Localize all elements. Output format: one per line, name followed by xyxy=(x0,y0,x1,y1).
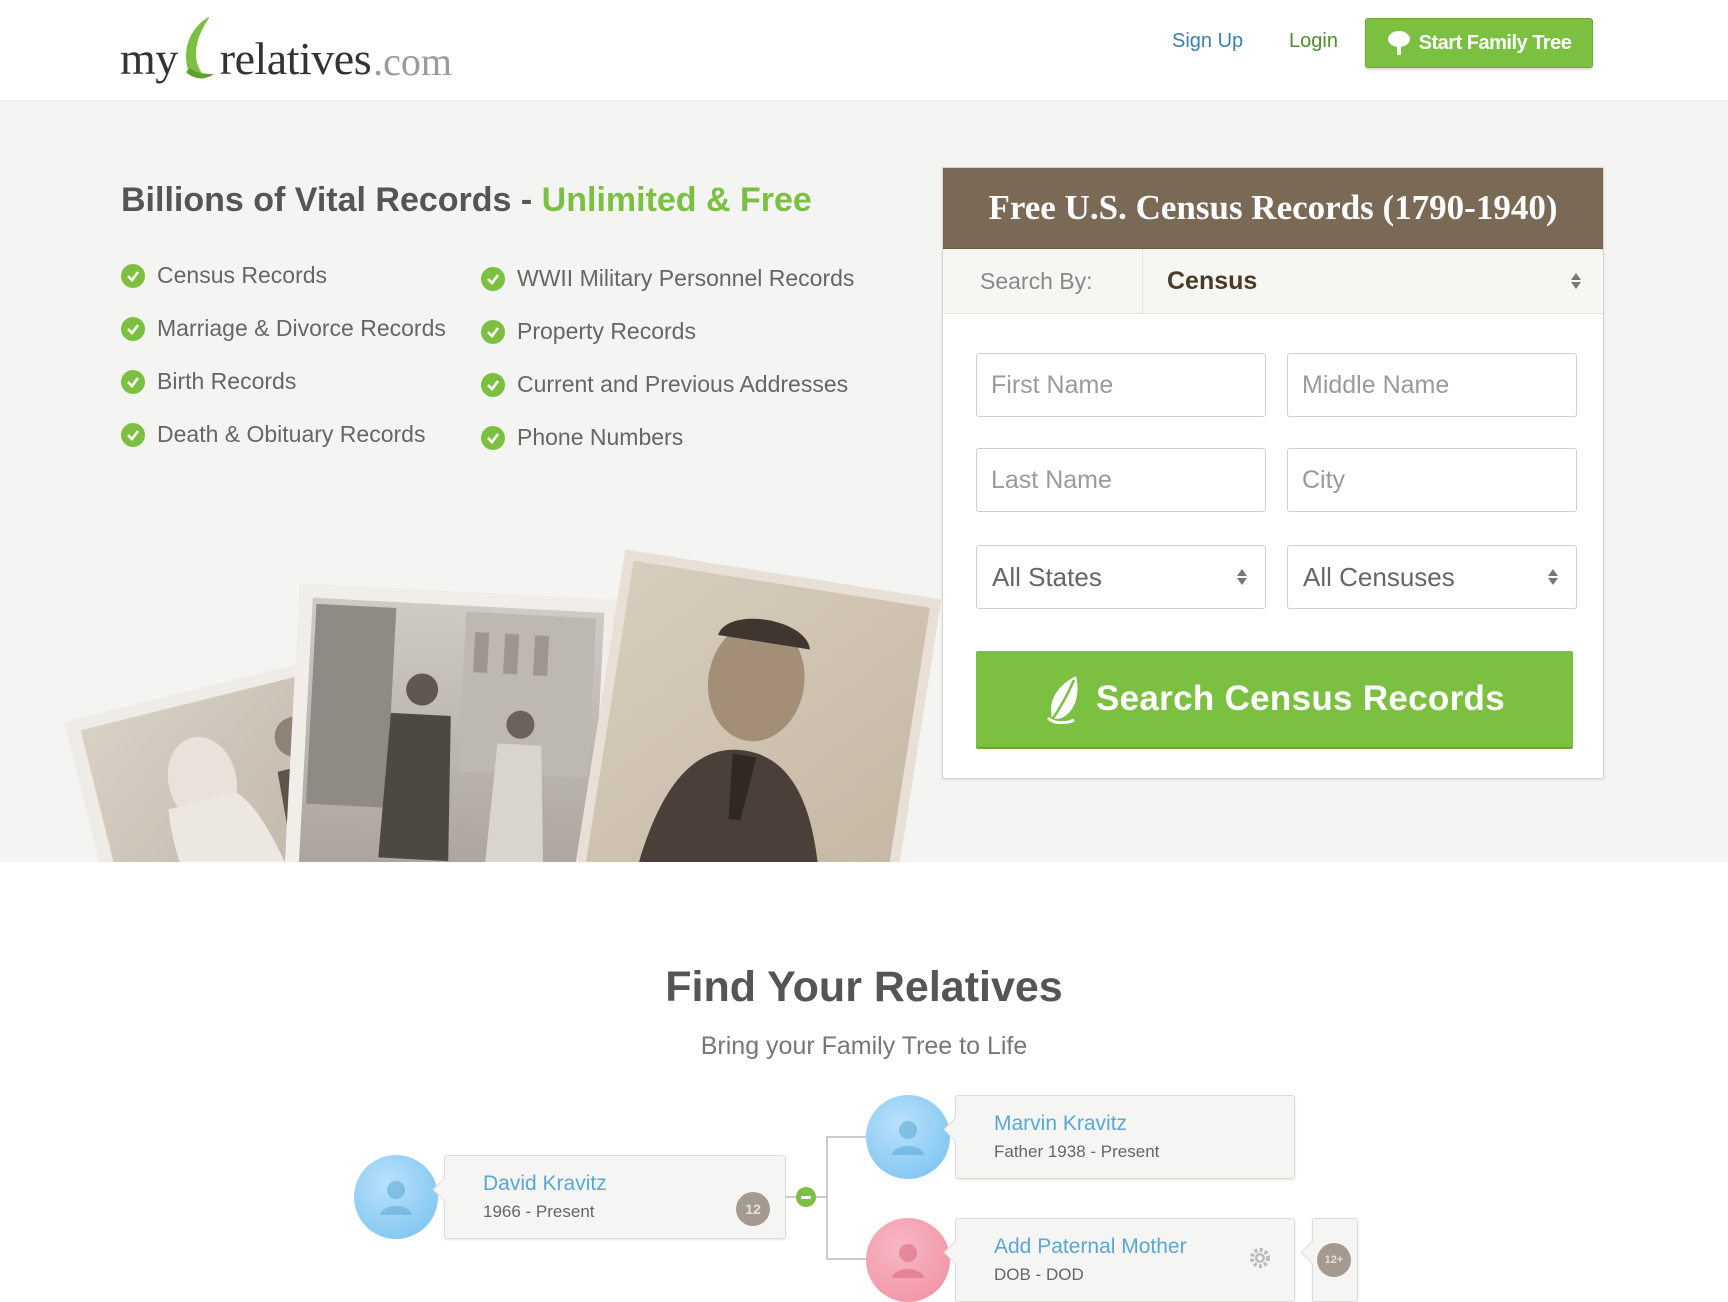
feature-label: WWII Military Personnel Records xyxy=(517,265,855,291)
select-arrows-icon xyxy=(1548,569,1558,585)
feature-label: Marriage & Divorce Records xyxy=(157,315,446,341)
site-header: my relatives .com Sign Up Login Start Fa… xyxy=(0,0,1728,101)
person-card[interactable]: Marvin Kravitz Father 1938 - Present xyxy=(955,1095,1295,1179)
first-name-input[interactable] xyxy=(977,354,1265,416)
avatar[interactable] xyxy=(866,1095,950,1179)
check-circle-icon xyxy=(121,369,145,394)
census-search-panel: Free U.S. Census Records (1790-1940) Sea… xyxy=(942,167,1604,779)
vintage-photos-image xyxy=(64,549,942,862)
tree-connector-line xyxy=(826,1258,866,1260)
feature-item: Birth Records xyxy=(121,368,296,395)
feature-item: Census Records xyxy=(121,262,327,289)
tree-connector-line xyxy=(826,1136,828,1260)
person-name[interactable]: Marvin Kravitz xyxy=(994,1112,1127,1136)
person-icon xyxy=(892,1121,924,1155)
person-name[interactable]: Add Paternal Mother xyxy=(994,1235,1187,1259)
feature-item: WWII Military Personnel Records xyxy=(481,265,854,292)
first-name-field[interactable] xyxy=(976,353,1266,417)
middle-name-field[interactable] xyxy=(1287,353,1577,417)
check-circle-icon xyxy=(121,316,145,341)
feature-label: Census Records xyxy=(157,262,328,288)
logo-text-my: my xyxy=(120,33,178,84)
state-select-value: All States xyxy=(992,561,1102,592)
collapse-button[interactable] xyxy=(796,1187,816,1207)
hero-title-accent: Unlimited & Free xyxy=(541,181,812,219)
login-link[interactable]: Login xyxy=(1289,30,1338,53)
feature-item: Current and Previous Addresses xyxy=(481,371,848,398)
feature-label: Death & Obituary Records xyxy=(157,421,426,447)
leaf-button-icon xyxy=(1046,676,1078,724)
tree-connector-line xyxy=(826,1136,866,1138)
search-census-records-button[interactable]: Search Census Records xyxy=(976,651,1573,747)
person-card[interactable]: Add Paternal Mother DOB - DOD xyxy=(955,1218,1295,1302)
search-button-label: Search Census Records xyxy=(1096,679,1505,718)
check-circle-icon xyxy=(121,263,145,288)
check-circle-icon xyxy=(481,319,505,344)
panel-title: Free U.S. Census Records (1790-1940) xyxy=(943,168,1603,249)
relatives-subtitle: Bring your Family Tree to Life xyxy=(700,1032,1028,1060)
last-name-field[interactable] xyxy=(976,448,1266,512)
person-icon xyxy=(380,1181,412,1215)
feature-item: Marriage & Divorce Records xyxy=(121,315,446,342)
tree-icon xyxy=(1387,31,1410,55)
start-family-tree-label: Start Family Tree xyxy=(1418,31,1572,54)
signup-link[interactable]: Sign Up xyxy=(1172,30,1243,53)
city-field[interactable] xyxy=(1287,448,1577,512)
relatives-title: Find Your Relatives xyxy=(665,963,1063,1011)
start-family-tree-button[interactable]: Start Family Tree xyxy=(1365,18,1593,68)
hero-title-main: Billions of Vital Records - xyxy=(121,181,542,219)
state-select[interactable]: All States xyxy=(976,545,1266,609)
hero-section: Billions of Vital Records - Unlimited & … xyxy=(0,101,1728,862)
feature-item: Phone Numbers xyxy=(481,424,683,451)
photo-count-badge[interactable]: 12 xyxy=(736,1192,770,1226)
logo-text-relatives: relatives xyxy=(219,33,372,84)
photo-count-badge[interactable]: 12+ xyxy=(1317,1243,1351,1277)
person-name[interactable]: David Kravitz xyxy=(483,1172,607,1196)
logo-text-com: .com xyxy=(373,39,452,84)
select-arrows-icon xyxy=(1571,273,1581,289)
feature-item: Death & Obituary Records xyxy=(121,421,425,448)
select-arrows-icon xyxy=(1237,569,1247,585)
person-icon xyxy=(892,1244,924,1278)
avatar[interactable] xyxy=(354,1155,438,1239)
avatar[interactable] xyxy=(866,1218,950,1302)
middle-name-input[interactable] xyxy=(1288,354,1576,416)
minus-icon xyxy=(801,1195,811,1199)
check-circle-icon xyxy=(481,372,505,397)
gear-icon[interactable] xyxy=(1247,1245,1273,1271)
feature-label: Phone Numbers xyxy=(517,424,684,450)
check-circle-icon xyxy=(121,422,145,447)
feature-label: Birth Records xyxy=(157,368,297,394)
check-circle-icon xyxy=(481,425,505,450)
person-dates: DOB - DOD xyxy=(994,1265,1084,1284)
feature-label: Property Records xyxy=(517,318,696,344)
search-by-value: Census xyxy=(1167,266,1258,295)
logo[interactable]: my relatives .com xyxy=(120,12,452,82)
leaf-logo-icon xyxy=(185,15,214,79)
hero-title: Billions of Vital Records - Unlimited & … xyxy=(121,181,812,220)
search-by-row: Search By: Census xyxy=(943,249,1603,314)
census-select[interactable]: All Censuses xyxy=(1287,545,1577,609)
search-by-select[interactable]: Census xyxy=(1143,249,1603,313)
person-dates: Father 1938 - Present xyxy=(994,1142,1160,1161)
last-name-input[interactable] xyxy=(977,449,1265,511)
check-circle-icon xyxy=(481,266,505,291)
feature-item: Property Records xyxy=(481,318,696,345)
search-by-label: Search By: xyxy=(943,249,1143,313)
city-input[interactable] xyxy=(1288,449,1576,511)
person-dates: 1966 - Present xyxy=(483,1202,595,1221)
photo-count-card[interactable]: 12+ xyxy=(1312,1218,1358,1302)
feature-label: Current and Previous Addresses xyxy=(517,371,849,397)
census-select-value: All Censuses xyxy=(1303,561,1455,592)
person-card[interactable]: David Kravitz 1966 - Present 12 xyxy=(444,1155,786,1239)
